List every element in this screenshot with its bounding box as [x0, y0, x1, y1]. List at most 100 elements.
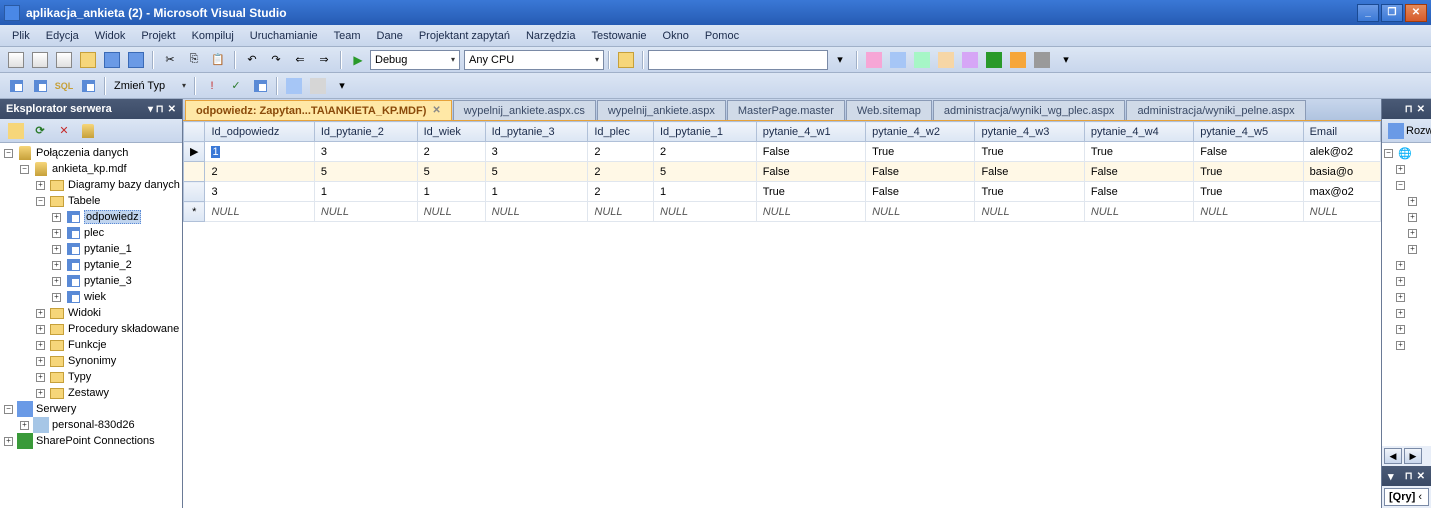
grid-cell[interactable]: 3	[485, 142, 588, 162]
cut-button[interactable]: ✂	[159, 49, 181, 71]
row-selector[interactable]	[184, 182, 205, 202]
menu-team[interactable]: Team	[326, 28, 369, 44]
panel-close-icon[interactable]: ✕	[1417, 104, 1425, 115]
column-header[interactable]: Id_wiek	[417, 122, 485, 142]
show-sql-button[interactable]: SQL	[53, 75, 75, 97]
paste-button[interactable]: 📋	[207, 49, 229, 71]
column-header[interactable]: pytanie_4_w4	[1084, 122, 1193, 142]
grid-cell[interactable]: 5	[417, 162, 485, 182]
grid-cell[interactable]: True	[975, 182, 1084, 202]
close-icon[interactable]: ✕	[432, 105, 440, 116]
grid-cell[interactable]: 5	[485, 162, 588, 182]
grid-cell[interactable]: 3	[205, 182, 314, 202]
tbx-5[interactable]	[959, 49, 981, 71]
grid-cell[interactable]: 3	[314, 142, 417, 162]
grid-cell[interactable]: 1	[205, 142, 314, 162]
tab-wyniki-pelne[interactable]: administracja/wyniki_pelne.aspx	[1126, 100, 1305, 120]
refresh-button[interactable]: ⟳	[29, 120, 51, 142]
maximize-button[interactable]: ❐	[1381, 4, 1403, 22]
grid-cell-null[interactable]: NULL	[485, 202, 588, 222]
scroll-left-button[interactable]: ◀	[1384, 448, 1402, 464]
run-button[interactable]: ▶	[347, 49, 369, 71]
tbx-2[interactable]	[887, 49, 909, 71]
grid-cell[interactable]: 2	[588, 142, 654, 162]
column-header[interactable]: pytanie_4_w5	[1194, 122, 1303, 142]
row-selector[interactable]: ▶	[184, 142, 205, 162]
execute-button[interactable]: !	[201, 75, 223, 97]
grid-cell[interactable]: False	[866, 182, 975, 202]
menu-projektant[interactable]: Projektant zapytań	[411, 28, 518, 44]
find-button[interactable]	[615, 49, 637, 71]
grid-cell[interactable]: 2	[588, 162, 654, 182]
save-button[interactable]	[101, 49, 123, 71]
grid-cell-null[interactable]: NULL	[205, 202, 314, 222]
grid-cell[interactable]: True	[1194, 162, 1303, 182]
add-item-button[interactable]	[53, 49, 75, 71]
server-tree[interactable]: −Połączenia danych −ankieta_kp.mdf +Diag…	[0, 143, 182, 508]
scroll-right-button[interactable]: ▶	[1404, 448, 1422, 464]
grid-cell[interactable]: 1	[653, 182, 756, 202]
grid-cell[interactable]: 1	[314, 182, 417, 202]
column-header[interactable]: Id_pytanie_2	[314, 122, 417, 142]
grid-cell-null[interactable]: NULL	[588, 202, 654, 222]
grid-cell-null[interactable]: NULL	[756, 202, 865, 222]
config-combo[interactable]: Debug	[370, 50, 460, 70]
grid-cell-null[interactable]: NULL	[314, 202, 417, 222]
row-selector[interactable]	[184, 162, 205, 182]
grid-cell-null[interactable]: NULL	[1303, 202, 1380, 222]
qtb-1[interactable]	[283, 75, 305, 97]
grid-cell[interactable]: 1	[485, 182, 588, 202]
undo-button[interactable]: ↶	[241, 49, 263, 71]
show-criteria-button[interactable]	[29, 75, 51, 97]
qtb-3[interactable]: ▾	[331, 75, 353, 97]
grid-cell[interactable]: 2	[205, 162, 314, 182]
search-go-button[interactable]: ▾	[829, 49, 851, 71]
pin-icon[interactable]: ▾ ⊓	[148, 104, 164, 115]
grid-cell[interactable]: False	[1084, 162, 1193, 182]
qtb-2[interactable]	[307, 75, 329, 97]
grid-cell[interactable]: False	[1194, 142, 1303, 162]
save-all-button[interactable]	[125, 49, 147, 71]
menu-narzedzia[interactable]: Narzędzia	[518, 28, 584, 44]
search-input[interactable]	[648, 50, 828, 70]
menu-okno[interactable]: Okno	[655, 28, 697, 44]
add-table-button[interactable]	[249, 75, 271, 97]
menu-edycja[interactable]: Edycja	[38, 28, 87, 44]
grid-cell-null[interactable]: NULL	[866, 202, 975, 222]
menu-plik[interactable]: Plik	[4, 28, 38, 44]
panel-close-icon[interactable]: ✕	[168, 104, 176, 115]
tbx-7[interactable]	[1007, 49, 1029, 71]
show-results-button[interactable]	[77, 75, 99, 97]
grid-cell[interactable]: False	[975, 162, 1084, 182]
tab-wyniki-plec[interactable]: administracja/wyniki_wg_plec.aspx	[933, 100, 1126, 120]
stop-button[interactable]: ✕	[53, 120, 75, 142]
grid-cell[interactable]: 1	[417, 182, 485, 202]
qry-combo[interactable]: [Qry] ‹	[1384, 488, 1429, 506]
redo-button[interactable]: ↷	[265, 49, 287, 71]
tab-masterpage[interactable]: MasterPage.master	[727, 100, 845, 120]
column-header[interactable]: Id_pytanie_3	[485, 122, 588, 142]
show-diagram-button[interactable]	[5, 75, 27, 97]
open-button[interactable]	[77, 49, 99, 71]
connect-button[interactable]	[5, 120, 27, 142]
copy-button[interactable]: ⎘	[183, 49, 205, 71]
pin-icon[interactable]: ⊓	[1405, 104, 1413, 115]
new-row-selector[interactable]: *	[184, 202, 205, 222]
nav-fwd-button[interactable]: ⇒	[313, 49, 335, 71]
grid-cell[interactable]: True	[975, 142, 1084, 162]
grid-cell-null[interactable]: NULL	[1194, 202, 1303, 222]
grid-cell[interactable]: False	[756, 142, 865, 162]
tbx-4[interactable]	[935, 49, 957, 71]
new-website-button[interactable]	[29, 49, 51, 71]
grid-cell-null[interactable]: NULL	[417, 202, 485, 222]
column-header[interactable]: pytanie_4_w1	[756, 122, 865, 142]
menu-dane[interactable]: Dane	[369, 28, 411, 44]
column-header[interactable]: pytanie_4_w2	[866, 122, 975, 142]
tab-odpowiedz[interactable]: odpowiedz: Zapytan...TA\ANKIETA_KP.MDF)✕	[185, 100, 452, 120]
grid-cell[interactable]: basia@o	[1303, 162, 1380, 182]
grid-cell[interactable]: True	[866, 142, 975, 162]
column-header[interactable]: Id_plec	[588, 122, 654, 142]
verify-button[interactable]: ✓	[225, 75, 247, 97]
menu-widok[interactable]: Widok	[87, 28, 134, 44]
grid-cell[interactable]: False	[1084, 182, 1193, 202]
